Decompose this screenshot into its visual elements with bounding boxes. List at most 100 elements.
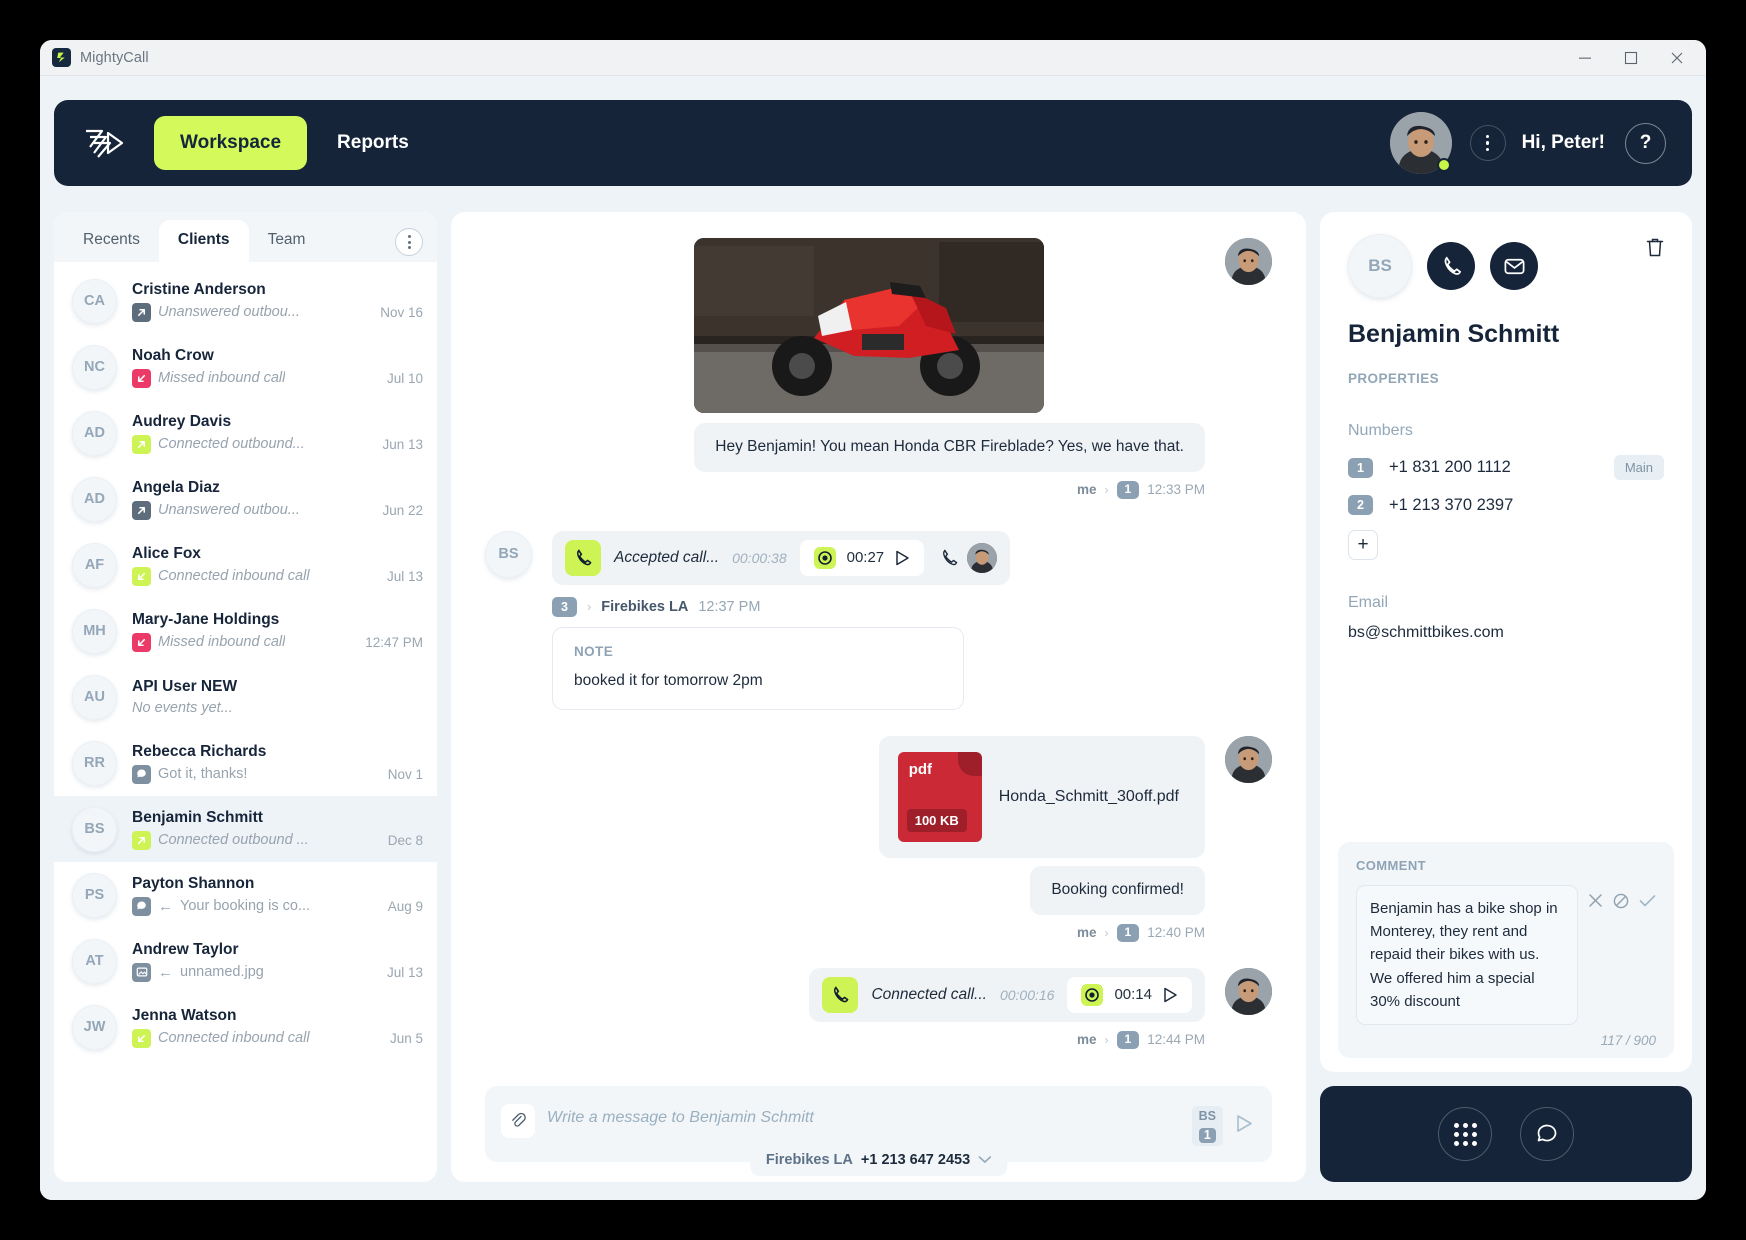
- email-contact-button[interactable]: [1490, 242, 1538, 290]
- contacts-sidebar: Recents Clients Team CA Cristine Anderson…: [54, 212, 437, 1182]
- from-number-selector[interactable]: Firebikes LA +1 213 647 2453: [749, 1144, 1008, 1176]
- contact-name: Rebecca Richards: [132, 742, 267, 760]
- tab-team[interactable]: Team: [249, 220, 325, 262]
- contact-name: Andrew Taylor: [132, 940, 239, 958]
- contact-name: Mary-Jane Holdings: [132, 610, 280, 628]
- paperclip-icon[interactable]: [501, 1104, 535, 1138]
- avatar[interactable]: [1389, 112, 1452, 174]
- contact-number-row[interactable]: 2 +1 213 370 2397: [1348, 495, 1664, 515]
- outbound-arrow-icon: [132, 302, 151, 322]
- list-item[interactable]: AD Audrey Davis Connected outbound... Jun 1…: [54, 400, 437, 466]
- dialpad-icon[interactable]: [1438, 1107, 1492, 1161]
- properties-label: PROPERTIES: [1348, 371, 1440, 386]
- comment-character-count: 117 / 900: [1600, 1033, 1656, 1048]
- recording-length: 00:27: [846, 549, 885, 567]
- tab-clients[interactable]: Clients: [158, 220, 249, 262]
- list-item[interactable]: BS Benjamin Schmitt Connected outbound ...…: [54, 796, 437, 862]
- ban-icon[interactable]: [1613, 893, 1629, 914]
- number-index-badge: 1: [1348, 457, 1373, 478]
- minimize-icon[interactable]: [1562, 41, 1608, 75]
- online-status-indicator: [1436, 158, 1451, 172]
- list-item[interactable]: MH Mary-Jane Holdings Missed inbound call 1…: [54, 598, 437, 664]
- dialer-bar: [1320, 1086, 1692, 1182]
- list-item-main: Alice Fox Connected inbound call: [132, 545, 377, 586]
- list-item-main: Jenna Watson Connected inbound call: [132, 1007, 380, 1048]
- list-item[interactable]: RR Rebecca Richards Got it, thanks! Nov 1: [54, 730, 437, 796]
- note-card[interactable]: NOTE booked it for tomorrow 2pm: [552, 627, 964, 711]
- send-icon[interactable]: [1235, 1114, 1254, 1138]
- last-event-text: Connected outbound...: [158, 436, 305, 452]
- file-attachment[interactable]: pdf 100 KB Honda_Schmitt_30off.pdf: [878, 736, 1205, 859]
- inbound-direction-icon: ←: [158, 963, 173, 981]
- list-item-date-wrap: Nov 1: [378, 730, 423, 796]
- tab-recents[interactable]: Recents: [64, 220, 159, 262]
- play-icon[interactable]: [895, 550, 910, 566]
- call-recording-player[interactable]: 00:14: [1067, 976, 1192, 1013]
- message-row: Connected call... 00:00:16 00:14 me › 1 …: [485, 967, 1272, 1049]
- mightycall-logo-icon: [52, 48, 71, 67]
- call-recording-player[interactable]: 00:27: [799, 539, 925, 576]
- from-org-label: Firebikes LA: [765, 1152, 853, 1168]
- chat-bubble-icon[interactable]: [1520, 1107, 1574, 1161]
- list-item[interactable]: AF Alice Fox Connected inbound call Jul 13: [54, 532, 437, 598]
- note-time: 12:37 PM: [698, 598, 761, 615]
- list-item-subtitle: Got it, thanks!: [132, 764, 378, 784]
- note-header: 3 › Firebikes LA 12:37 PM: [552, 596, 1010, 618]
- message-composer[interactable]: Write a message to Benjamin Schmitt BS 1: [485, 1086, 1272, 1176]
- composer-area: Write a message to Benjamin Schmitt BS 1: [451, 1086, 1306, 1182]
- note-org-label: Firebikes LA: [601, 598, 689, 615]
- list-item-date-wrap: Jul 13: [377, 928, 423, 994]
- user-avatar: [1225, 736, 1272, 784]
- contact-number-row[interactable]: 1 +1 831 200 1112 Main: [1348, 455, 1664, 480]
- message-bubble-icon: [132, 764, 151, 784]
- close-icon[interactable]: [1588, 893, 1603, 913]
- message-line-badge: 1: [1116, 1030, 1140, 1049]
- help-button[interactable]: ?: [1625, 122, 1666, 164]
- list-item[interactable]: AU API User NEW No events yet...: [54, 664, 437, 730]
- chip-initials: BS: [1198, 1109, 1216, 1123]
- call-event-pill[interactable]: Accepted call... 00:00:38 00:27: [552, 530, 1011, 585]
- close-icon[interactable]: [1654, 41, 1700, 75]
- phone-icon[interactable]: [939, 548, 959, 568]
- contact-name: Noah Crow: [132, 346, 214, 364]
- list-item[interactable]: CA Cristine Anderson Unanswered outbou... N…: [54, 268, 437, 334]
- add-number-button[interactable]: +: [1348, 530, 1378, 560]
- contact-name: API User NEW: [132, 678, 238, 695]
- contact-name: Audrey Davis: [132, 412, 232, 430]
- message-input[interactable]: Write a message to Benjamin Schmitt: [547, 1104, 1144, 1127]
- maximize-icon[interactable]: [1608, 41, 1654, 75]
- kebab-menu-icon[interactable]: [1469, 125, 1506, 161]
- red-motorcycle-photo[interactable]: [694, 238, 1045, 413]
- check-icon[interactable]: [1639, 894, 1656, 913]
- tab-reports[interactable]: Reports: [311, 116, 435, 170]
- comment-textarea[interactable]: Benjamin has a bike shop in Monterey, th…: [1356, 884, 1578, 1025]
- tab-workspace[interactable]: Workspace: [154, 116, 308, 170]
- sender-identity-chip[interactable]: BS 1: [1191, 1106, 1223, 1147]
- contact-initials-avatar: JW: [72, 1004, 117, 1050]
- email-label: Email: [1348, 594, 1389, 611]
- contact-initials-avatar: MH: [72, 608, 117, 654]
- call-event-pill[interactable]: Connected call... 00:00:16 00:14: [809, 967, 1205, 1022]
- outbound-arrow-icon: [132, 830, 151, 850]
- numbers-label: Numbers: [1348, 422, 1413, 439]
- phone-icon: [565, 539, 601, 576]
- list-item[interactable]: JW Jenna Watson Connected inbound call Jun …: [54, 994, 437, 1060]
- list-item[interactable]: NC Noah Crow Missed inbound call Jul 10: [54, 334, 437, 400]
- trash-icon[interactable]: [1642, 234, 1668, 260]
- outbound-arrow-icon: [132, 434, 151, 454]
- call-duration: 00:00:16: [999, 986, 1055, 1003]
- play-icon[interactable]: [1163, 987, 1178, 1003]
- note-label: NOTE: [574, 644, 614, 660]
- call-contact-button[interactable]: [1427, 242, 1475, 290]
- list-item[interactable]: AT Andrew Taylor ← unnamed.jpg Jul 13: [54, 928, 437, 994]
- contact-header: BS: [1348, 234, 1664, 298]
- list-item[interactable]: PS Payton Shannon ← Your booking is co... Au…: [54, 862, 437, 928]
- sidebar-options-icon[interactable]: [395, 228, 423, 256]
- contact-initials-avatar: BS: [1348, 234, 1412, 298]
- message-sender: me: [1077, 925, 1097, 941]
- message-bubble-icon: [132, 896, 151, 916]
- record-icon: [813, 546, 836, 569]
- list-item[interactable]: AD Angela Diaz Unanswered outbou... Jun 22: [54, 466, 437, 532]
- list-item-date-wrap: Jun 13: [372, 400, 423, 466]
- image-attachment-icon: [132, 962, 151, 982]
